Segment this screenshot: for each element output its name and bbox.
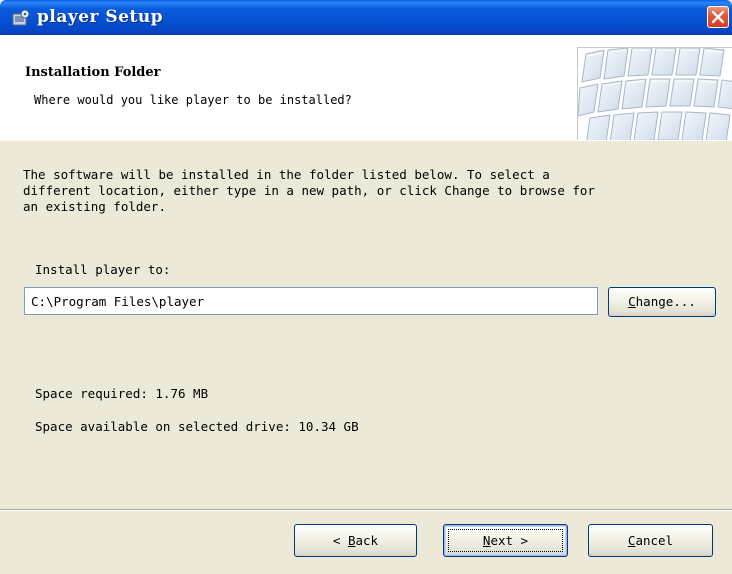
space-available-text: Space available on selected drive: 10.34… xyxy=(35,419,359,434)
header-banner: Installation Folder Where would you like… xyxy=(0,35,732,141)
header-divider xyxy=(0,140,732,141)
setup-icon xyxy=(12,9,30,26)
change-button[interactable]: Change... xyxy=(608,287,716,317)
close-icon xyxy=(711,10,725,24)
back-button[interactable]: < Back xyxy=(294,524,417,557)
keyboard-keys-graphic xyxy=(577,47,732,140)
page-title: Installation Folder xyxy=(25,65,161,80)
page-subtitle: Where would you like player to be instal… xyxy=(34,93,352,107)
install-location-label: Install player to: xyxy=(35,262,171,277)
next-button[interactable]: Next > xyxy=(443,524,568,557)
change-button-label: hange... xyxy=(635,294,696,309)
change-button-mnemonic: C xyxy=(628,294,636,309)
setup-dialog: player Setup Installation Folder Where w… xyxy=(0,0,732,574)
title-bar[interactable]: player Setup xyxy=(0,0,732,35)
cancel-button-label: ancel xyxy=(635,533,674,548)
cancel-button[interactable]: Cancel xyxy=(588,524,713,557)
description-text: The software will be installed in the fo… xyxy=(23,167,595,214)
window-title: player Setup xyxy=(37,7,164,27)
back-button-mnemonic: B xyxy=(347,533,356,548)
footer-divider xyxy=(0,509,732,511)
install-path-input[interactable] xyxy=(24,287,598,315)
space-required-text: Space required: 1.76 MB xyxy=(35,386,209,401)
back-button-label: ack xyxy=(355,533,379,548)
back-button-prefix: < xyxy=(332,533,348,548)
next-button-label: ext > xyxy=(490,533,529,548)
close-button[interactable] xyxy=(707,6,729,28)
